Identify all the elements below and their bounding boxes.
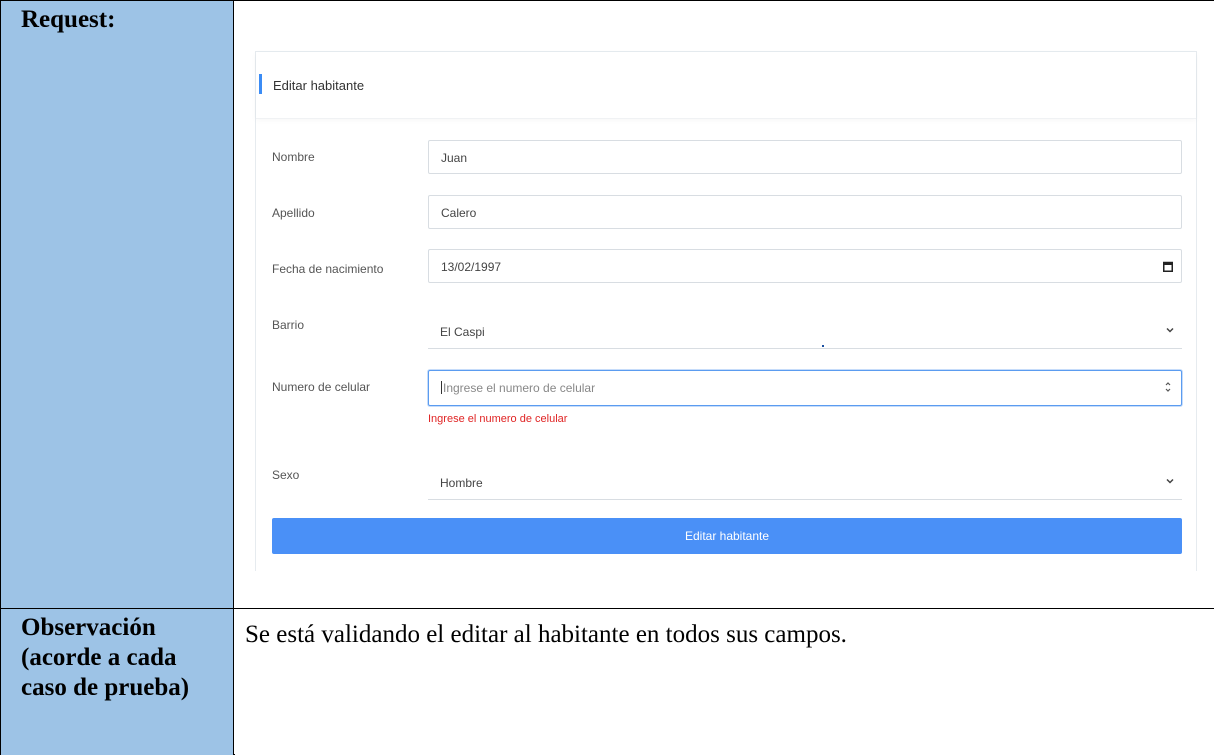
observation-text: Se está validando el editar al habitante… [245, 621, 847, 648]
card-header: Editar habitante [256, 52, 1196, 118]
chevron-down-icon [1166, 327, 1174, 333]
barrio-value: El Caspi [440, 325, 485, 339]
fecha-nacimiento-label: Fecha de nacimiento [272, 262, 384, 276]
sexo-select[interactable]: Hombre [428, 466, 1182, 500]
celular-label: Numero de celular [272, 380, 371, 394]
celular-error-message: Ingrese el numero de celular [428, 413, 568, 425]
card-title: Editar habitante [273, 78, 365, 93]
calendar-icon[interactable] [1163, 261, 1173, 272]
apellido-input[interactable]: Calero [428, 195, 1182, 229]
edit-resident-submit-button[interactable]: Editar habitante [272, 518, 1182, 554]
observation-label: Observación (acorde a cada caso de prueb… [1, 609, 234, 755]
text-caret [441, 381, 442, 394]
stray-dot [822, 345, 824, 347]
test-case-table: Request: Editar habitante Nombre Juan Ap… [0, 0, 1214, 755]
sexo-value: Hombre [440, 476, 483, 490]
observation-content-cell: Se está validando el editar al habitante… [235, 609, 1214, 755]
apellido-label: Apellido [272, 206, 315, 220]
request-label: Request: [1, 1, 234, 608]
apellido-value: Calero [441, 206, 477, 220]
nombre-label: Nombre [272, 150, 315, 164]
fecha-nacimiento-value: 13/02/1997 [441, 260, 502, 274]
barrio-select[interactable]: El Caspi [428, 315, 1182, 349]
sexo-label: Sexo [272, 468, 300, 482]
fecha-nacimiento-input[interactable]: 13/02/1997 [428, 249, 1182, 283]
request-content-cell: Editar habitante Nombre Juan Apellido Ca… [235, 1, 1214, 608]
header-divider [256, 118, 1196, 119]
spinner-icon[interactable] [1163, 380, 1173, 394]
edit-resident-form-card: Editar habitante Nombre Juan Apellido Ca… [255, 51, 1197, 571]
chevron-down-icon [1166, 478, 1174, 484]
celular-input[interactable]: Ingrese el numero de celular [428, 370, 1182, 406]
header-accent-bar [259, 74, 262, 94]
nombre-value: Juan [441, 151, 468, 165]
nombre-input[interactable]: Juan [428, 140, 1182, 174]
barrio-label: Barrio [272, 318, 305, 332]
celular-placeholder: Ingrese el numero de celular [443, 381, 596, 395]
